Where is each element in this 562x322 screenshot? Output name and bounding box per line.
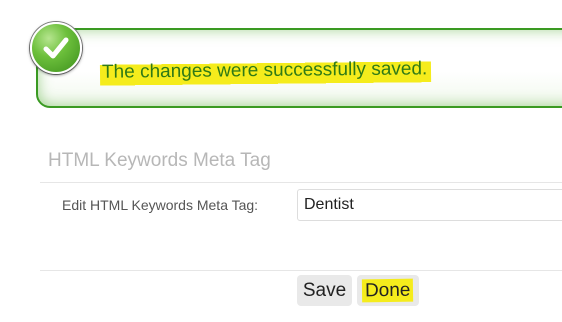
keywords-field-label: Edit HTML Keywords Meta Tag: (62, 197, 259, 213)
page: The changes were successfully saved. HTM… (0, 0, 562, 322)
done-button[interactable]: Done (357, 275, 419, 306)
checkmark-icon (30, 22, 82, 74)
section-title: HTML Keywords Meta Tag (48, 150, 271, 171)
done-button-label: Done (362, 278, 414, 303)
section-divider (40, 182, 562, 183)
success-message: The changes were successfully saved. (99, 55, 432, 87)
actions-divider (40, 270, 562, 271)
checkmark-glyph (43, 37, 69, 59)
keywords-input[interactable] (297, 189, 562, 221)
save-button[interactable]: Save (297, 275, 352, 306)
